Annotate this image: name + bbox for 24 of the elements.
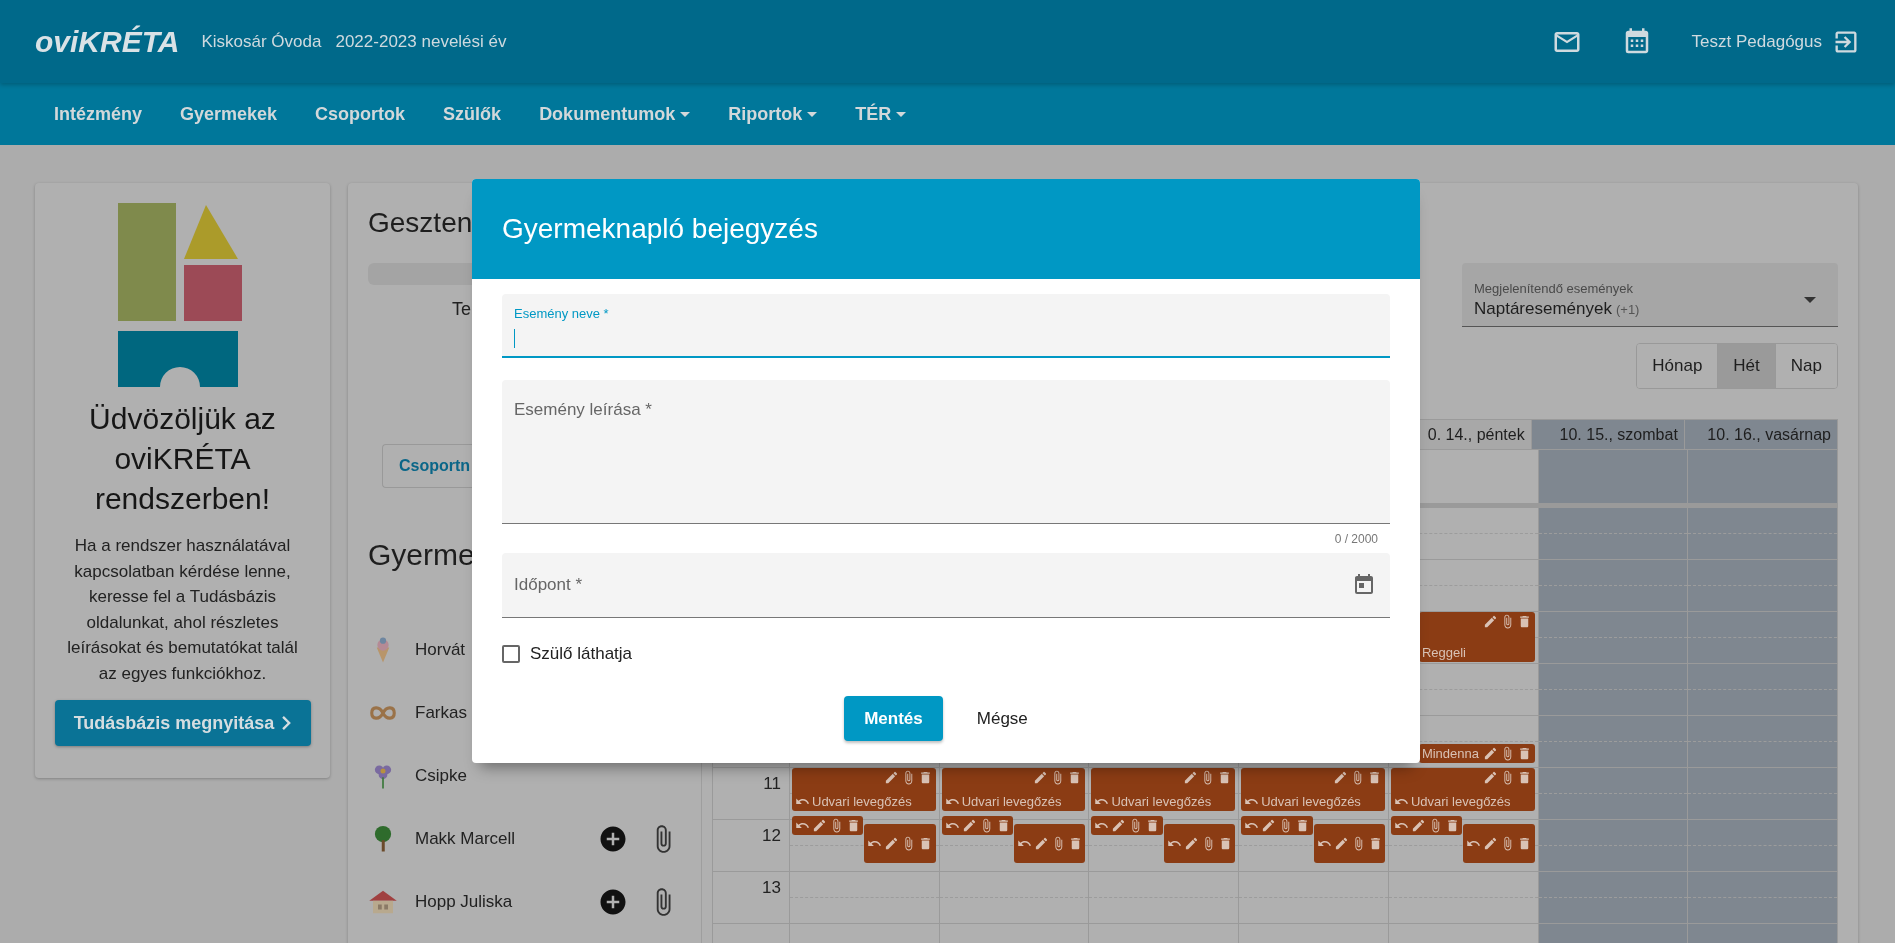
group-title: Geszten — [368, 207, 473, 239]
hour-label: 12 — [762, 826, 781, 845]
character-counter: 0 / 2000 — [1334, 532, 1378, 546]
event-title: Udvari levegőzés — [1410, 794, 1511, 810]
event-title: Reggeli — [1421, 645, 1466, 661]
dialog-title: Gyermeknapló bejegyzés — [502, 213, 818, 245]
event-title: Udvari levegőzés — [961, 794, 1062, 810]
group-subtitle: Te — [452, 299, 471, 320]
event-title: Udvari levegőzés — [812, 794, 912, 810]
day-header: 10. 15., szombat — [1530, 420, 1684, 449]
children-title: Gyerme — [368, 538, 475, 572]
dropdown-count: (+1) — [1615, 301, 1640, 317]
event-title: Udvari levegőzés — [1111, 794, 1212, 810]
welcome-title: Üdvözöljük az oviKRÉTA rendszerben! — [88, 401, 277, 517]
day-header: 10. 16., vasárnap — [1683, 420, 1837, 449]
institution-name: Kiskosár Óvoda — [201, 31, 322, 52]
dropdown-value: Naptáresemények — [1474, 298, 1612, 319]
hour-label: 13 — [762, 878, 781, 897]
event-title: Udvari levegőzés — [1261, 794, 1361, 810]
event-title: Mindenna — [1421, 745, 1480, 761]
dropdown-label: Megjelenítendő események — [1474, 280, 1634, 296]
welcome-text: Ha a rendszer használatával kapcsolatban kérdése lenne, keresse fel a Tudásbázis oldalunkat, ahol részletes leírásokat és bemutatókat talál az egyes funkciókhoz. — [66, 535, 299, 685]
school-year: 2022-2023 nevelési év — [335, 31, 507, 52]
hour-label: 11 — [763, 774, 781, 793]
